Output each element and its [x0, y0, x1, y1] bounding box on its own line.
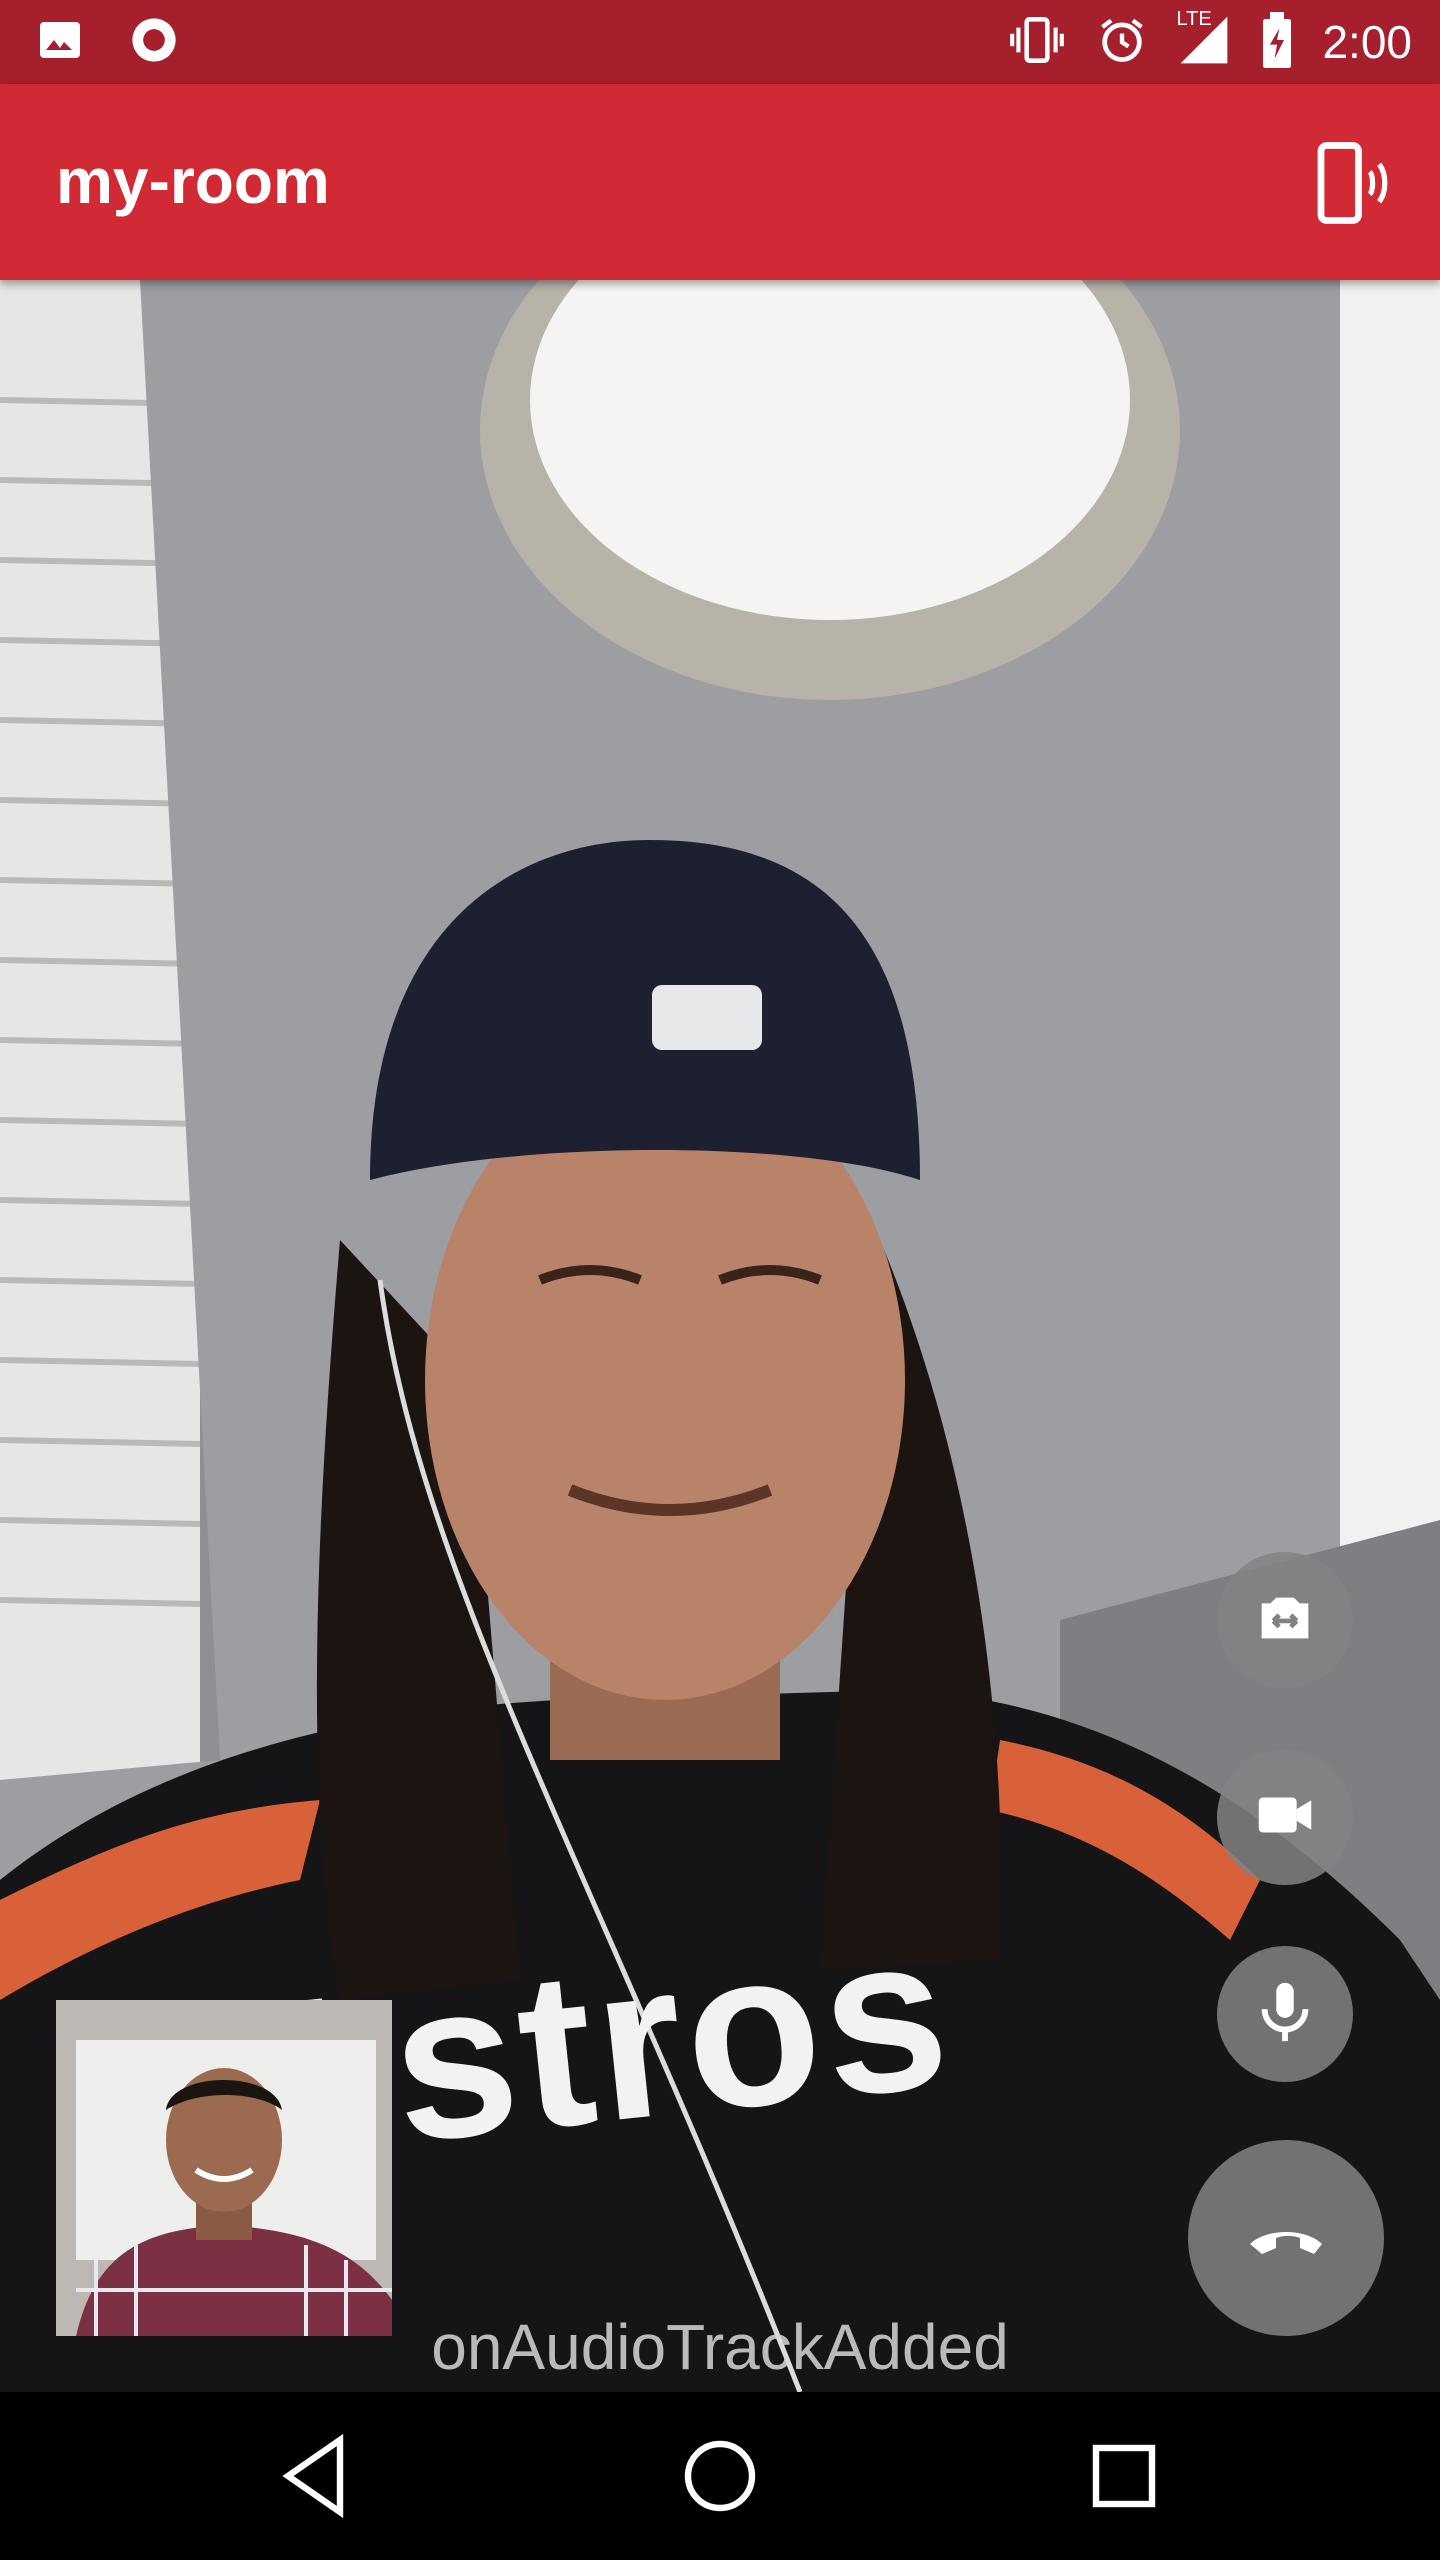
navigation-bar — [0, 2392, 1440, 2560]
microphone-icon — [1250, 1977, 1320, 2052]
record-icon — [128, 14, 180, 71]
hang-up-icon — [1238, 2188, 1334, 2289]
room-title: my-room — [56, 145, 330, 217]
signal-icon: LTE — [1176, 8, 1232, 73]
local-video-preview[interactable] — [56, 2000, 392, 2336]
recents-button[interactable] — [1076, 2428, 1172, 2524]
switch-camera-button[interactable] — [1217, 1552, 1353, 1688]
home-button[interactable] — [672, 2428, 768, 2524]
toggle-mic-button[interactable] — [1217, 1946, 1353, 2082]
status-message: onAudioTrackAdded — [431, 2311, 1009, 2383]
alarm-icon — [1096, 14, 1148, 71]
network-type-label: LTE — [1176, 7, 1212, 30]
recents-icon — [1076, 2444, 1172, 2528]
clock: 2:00 — [1322, 16, 1412, 68]
app-bar: my-room — [0, 84, 1440, 280]
image-icon — [36, 16, 84, 69]
home-icon — [672, 2440, 768, 2528]
toggle-video-button[interactable] — [1217, 1749, 1353, 1885]
speakerphone-icon — [1306, 142, 1396, 232]
hang-up-button[interactable] — [1188, 2140, 1384, 2336]
back-icon — [268, 2433, 364, 2528]
local-video-frame — [56, 2000, 392, 2336]
video-camera-icon — [1250, 1780, 1320, 1855]
battery-icon — [1260, 11, 1294, 73]
speakerphone-button[interactable] — [1306, 138, 1396, 228]
back-button[interactable] — [268, 2428, 364, 2524]
status-bar: LTE 2:00 — [0, 0, 1440, 84]
vibrate-icon — [1006, 14, 1068, 71]
switch-camera-icon — [1250, 1583, 1320, 1658]
